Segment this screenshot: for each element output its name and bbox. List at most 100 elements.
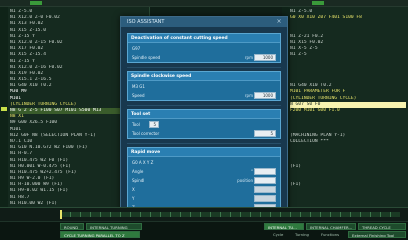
- timeline-tick: [100, 212, 101, 217]
- form-row: M3 G1: [131, 83, 277, 90]
- top-toolbar: [0, 0, 408, 7]
- angle-field[interactable]: [254, 168, 276, 175]
- row-label: G97: [132, 46, 141, 51]
- section-css-deactivation: Deactivation of constant cutting speed G…: [127, 33, 281, 63]
- status-tab[interactable]: External Finishing Tool: [348, 231, 406, 238]
- row-unit: °: [251, 169, 253, 174]
- section-divider: [127, 67, 281, 68]
- row-label: Y: [132, 196, 135, 201]
- timeline-tick: [390, 212, 391, 217]
- gutter-marker: [1, 107, 7, 111]
- row-label: Spindle speed: [132, 55, 161, 60]
- timeline-tick: [360, 212, 361, 217]
- status-tab[interactable]: INTERNAL CHAMFER...: [306, 223, 356, 230]
- spindle-position-field[interactable]: [254, 177, 276, 184]
- section-title: Tool set: [128, 110, 280, 119]
- timeline-tick: [330, 212, 331, 217]
- timeline-tick: [280, 212, 281, 217]
- spindle-speed-field[interactable]: 1000: [254, 54, 276, 61]
- right-code-editor[interactable]: N1 Z-5.0 G0 X0 X10 Z07 F401 S100 F8 N1 Z-2…: [282, 7, 408, 207]
- dialog-title: ISO ASSISTANT: [127, 19, 165, 25]
- timeline-cursor[interactable]: [60, 210, 62, 219]
- section-divider: [127, 143, 281, 144]
- timeline-tick: [170, 212, 171, 217]
- close-icon[interactable]: ×: [275, 17, 283, 27]
- timeline-tick: [190, 212, 191, 217]
- row-unit: rpm: [244, 55, 253, 60]
- section-tool-set: Tool set Tool 5 Tool corrector 5: [127, 109, 281, 139]
- form-row: G0 A X Y Z: [131, 159, 277, 166]
- timeline-tick: [250, 212, 251, 217]
- row-unit: rpm: [244, 93, 253, 98]
- toolbar-marker[interactable]: [30, 1, 42, 5]
- timeline-tick: [290, 212, 291, 217]
- status-bar-top: ROUND INTERNAL TURNING INTERNAL TU... IN…: [0, 221, 408, 230]
- timeline-tick: [300, 212, 301, 217]
- timeline-tick: [130, 212, 131, 217]
- timeline-tick: [370, 212, 371, 217]
- form-row: Tool 5: [131, 121, 277, 128]
- dialog-title-bar[interactable]: ISO ASSISTANT ×: [121, 17, 287, 27]
- timeline-tick: [80, 212, 81, 217]
- timeline-tick: [310, 212, 311, 217]
- timeline-tick: [270, 212, 271, 217]
- left-gutter: [0, 7, 8, 207]
- form-row: G97: [131, 45, 277, 52]
- row-label: Angle: [132, 169, 144, 174]
- form-row: Speed rpm 1000: [131, 92, 277, 99]
- form-row: Spindl position: [131, 177, 277, 184]
- status-tab[interactable]: Cycle: [270, 231, 292, 238]
- form-row: Tool corrector 5: [131, 130, 277, 137]
- timeline-tick: [320, 212, 321, 217]
- status-tab[interactable]: INTERNAL TURNING: [86, 223, 142, 230]
- timeline-tick: [380, 212, 381, 217]
- timeline-tick: [230, 212, 231, 217]
- row-label: M3 G1: [132, 84, 145, 89]
- form-row: Y: [131, 195, 277, 202]
- section-spindle-clockwise: Spindle clockwise speed M3 G1 Speed rpm …: [127, 71, 281, 101]
- cycle-label[interactable]: CYCLE TURNING PARALLEL TO Z: [60, 231, 140, 238]
- row-label: Speed: [132, 93, 145, 98]
- section-title: Deactivation of constant cutting speed: [128, 34, 280, 43]
- timeline-tick: [260, 212, 261, 217]
- timeline-tick: [210, 212, 211, 217]
- row-label: Tool corrector: [132, 131, 160, 136]
- timeline-tick: [340, 212, 341, 217]
- status-tab[interactable]: ROUND: [60, 223, 84, 230]
- row-label: X: [132, 187, 135, 192]
- code-line[interactable]: (F1): [290, 182, 406, 188]
- timeline-tick: [350, 212, 351, 217]
- timeline-tick: [240, 212, 241, 217]
- timeline-tick: [160, 212, 161, 217]
- tool-corrector-field[interactable]: 5: [254, 130, 276, 137]
- x-field[interactable]: [254, 186, 276, 193]
- timeline-tick: [110, 212, 111, 217]
- timeline-tick: [150, 212, 151, 217]
- tool-number-field[interactable]: 5: [149, 121, 159, 128]
- timeline-tick: [120, 212, 121, 217]
- timeline-tick: [200, 212, 201, 217]
- y-field[interactable]: [254, 195, 276, 202]
- timeline: [0, 207, 408, 221]
- timeline-track[interactable]: [60, 212, 400, 217]
- row-label: Tool: [132, 122, 140, 127]
- row-unit: position: [237, 178, 253, 183]
- timeline-tick: [220, 212, 221, 217]
- form-row: X: [131, 186, 277, 193]
- cnc-editor-app: N1 Z-5.0 N1 X12.0 Z-0 F0.02 N1 X13 F0.02 N1…: [0, 0, 408, 240]
- timeline-tick: [90, 212, 91, 217]
- timeline-tick: [140, 212, 141, 217]
- status-tab[interactable]: Turning: [292, 231, 318, 238]
- row-label: Spindl: [132, 178, 145, 183]
- status-tab[interactable]: Functions: [318, 231, 348, 238]
- axis-selector[interactable]: G0 A X Y Z: [132, 159, 153, 166]
- form-row: Spindle speed rpm 1000: [131, 54, 277, 61]
- section-divider: [127, 105, 281, 106]
- speed-field[interactable]: 1000: [254, 92, 276, 99]
- status-tab[interactable]: INTERNAL TU...: [264, 223, 304, 230]
- iso-assistant-dialog: ISO ASSISTANT × Deactivation of constant…: [120, 16, 288, 236]
- form-row: Angle °: [131, 168, 277, 175]
- toolbar-marker[interactable]: [312, 1, 324, 5]
- status-tab[interactable]: THREAD CYCLE: [358, 223, 406, 230]
- section-title: Spindle clockwise speed: [128, 72, 280, 81]
